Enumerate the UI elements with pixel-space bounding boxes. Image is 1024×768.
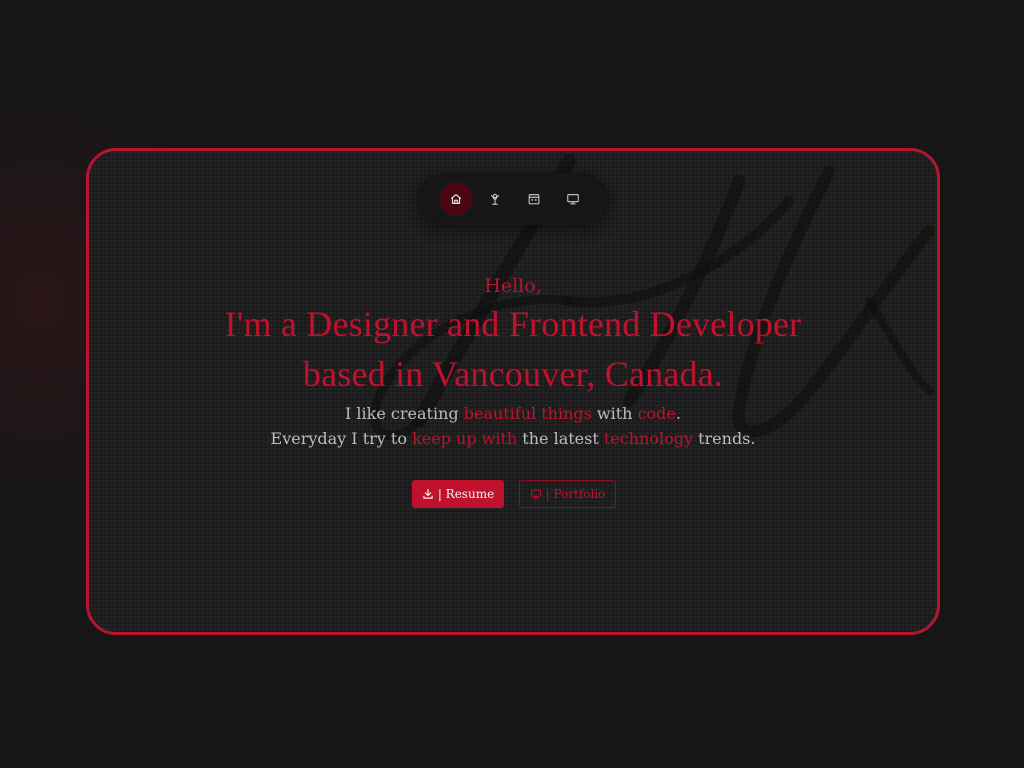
tagline-text: .: [675, 404, 681, 423]
nav-calendar-button[interactable]: [519, 184, 549, 214]
tagline: I like creating beautiful things with co…: [89, 401, 937, 451]
top-navigation: [417, 173, 609, 225]
headline-line-2: based in Vancouver, Canada.: [302, 354, 724, 394]
greeting: Hello,: [484, 275, 542, 297]
portfolio-button[interactable]: | Portfolio: [519, 480, 616, 508]
nav-skills-button[interactable]: [480, 184, 510, 214]
calendar-icon: [528, 194, 540, 205]
resume-button-label: | Resume: [437, 487, 495, 501]
tagline-line-2: Everyday I try to keep up with the lates…: [89, 426, 937, 451]
monitor-icon: [530, 489, 541, 499]
tagline-highlight: technology: [603, 429, 693, 448]
tagline-text: I like creating: [345, 404, 464, 423]
skills-icon: [490, 193, 500, 205]
headline-line-1: I'm a Designer and Frontend Developer: [224, 304, 802, 344]
tagline-text: trends.: [693, 429, 756, 448]
monitor-icon: [567, 194, 579, 205]
resume-button[interactable]: | Resume: [412, 480, 504, 508]
tagline-highlight: keep up with: [412, 429, 518, 448]
page-title: I'm a Designer and Frontend Developer ba…: [89, 299, 937, 399]
tagline-highlight: beautiful things: [463, 404, 592, 423]
tagline-text: with: [591, 404, 638, 423]
tagline-text: the latest: [517, 429, 604, 448]
hero-card: Hello, I'm a Designer and Frontend Devel…: [86, 148, 940, 635]
nav-home-button[interactable]: [441, 184, 471, 214]
tagline-line-1: I like creating beautiful things with co…: [89, 401, 937, 426]
tagline-text: Everyday I try to: [270, 429, 413, 448]
home-icon: [450, 194, 462, 204]
nav-portfolio-button[interactable]: [558, 184, 588, 214]
tagline-highlight: code: [637, 404, 676, 423]
portfolio-button-label: | Portfolio: [545, 487, 606, 501]
download-icon: [423, 488, 433, 499]
